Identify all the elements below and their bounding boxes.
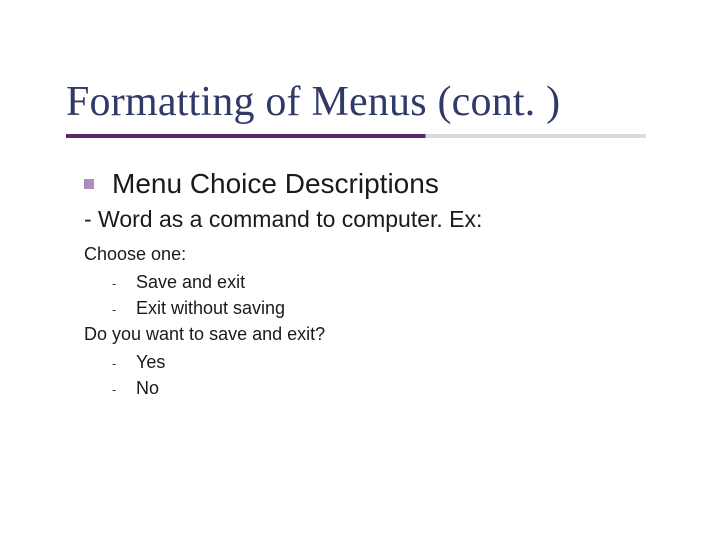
example1-option: - Exit without saving — [112, 295, 644, 321]
option-text: No — [136, 375, 159, 401]
example2-option: - Yes — [112, 349, 644, 375]
slide: Formatting of Menus (cont. ) Menu Choice… — [0, 0, 720, 540]
example-block: Choose one: - Save and exit - Exit witho… — [84, 241, 644, 402]
example2-option: - No — [112, 375, 644, 401]
dash-icon: - — [112, 275, 118, 294]
square-bullet-icon — [84, 179, 94, 189]
title-block: Formatting of Menus (cont. ) — [66, 78, 646, 138]
title-underline — [66, 134, 646, 138]
section-heading: Menu Choice Descriptions — [112, 168, 439, 200]
option-text: Yes — [136, 349, 165, 375]
section-subheading: - Word as a command to computer. Ex: — [84, 206, 644, 233]
example1-option: - Save and exit — [112, 269, 644, 295]
example2-prompt: Do you want to save and exit? — [84, 321, 644, 347]
example1-prompt: Choose one: — [84, 241, 644, 267]
bullet-level1: Menu Choice Descriptions — [84, 168, 644, 200]
slide-title: Formatting of Menus (cont. ) — [66, 78, 646, 126]
dash-icon: - — [112, 301, 118, 320]
dash-icon: - — [112, 355, 118, 374]
dash-icon: - — [112, 381, 118, 400]
option-text: Exit without saving — [136, 295, 285, 321]
option-text: Save and exit — [136, 269, 245, 295]
slide-body: Menu Choice Descriptions - Word as a com… — [84, 168, 644, 402]
